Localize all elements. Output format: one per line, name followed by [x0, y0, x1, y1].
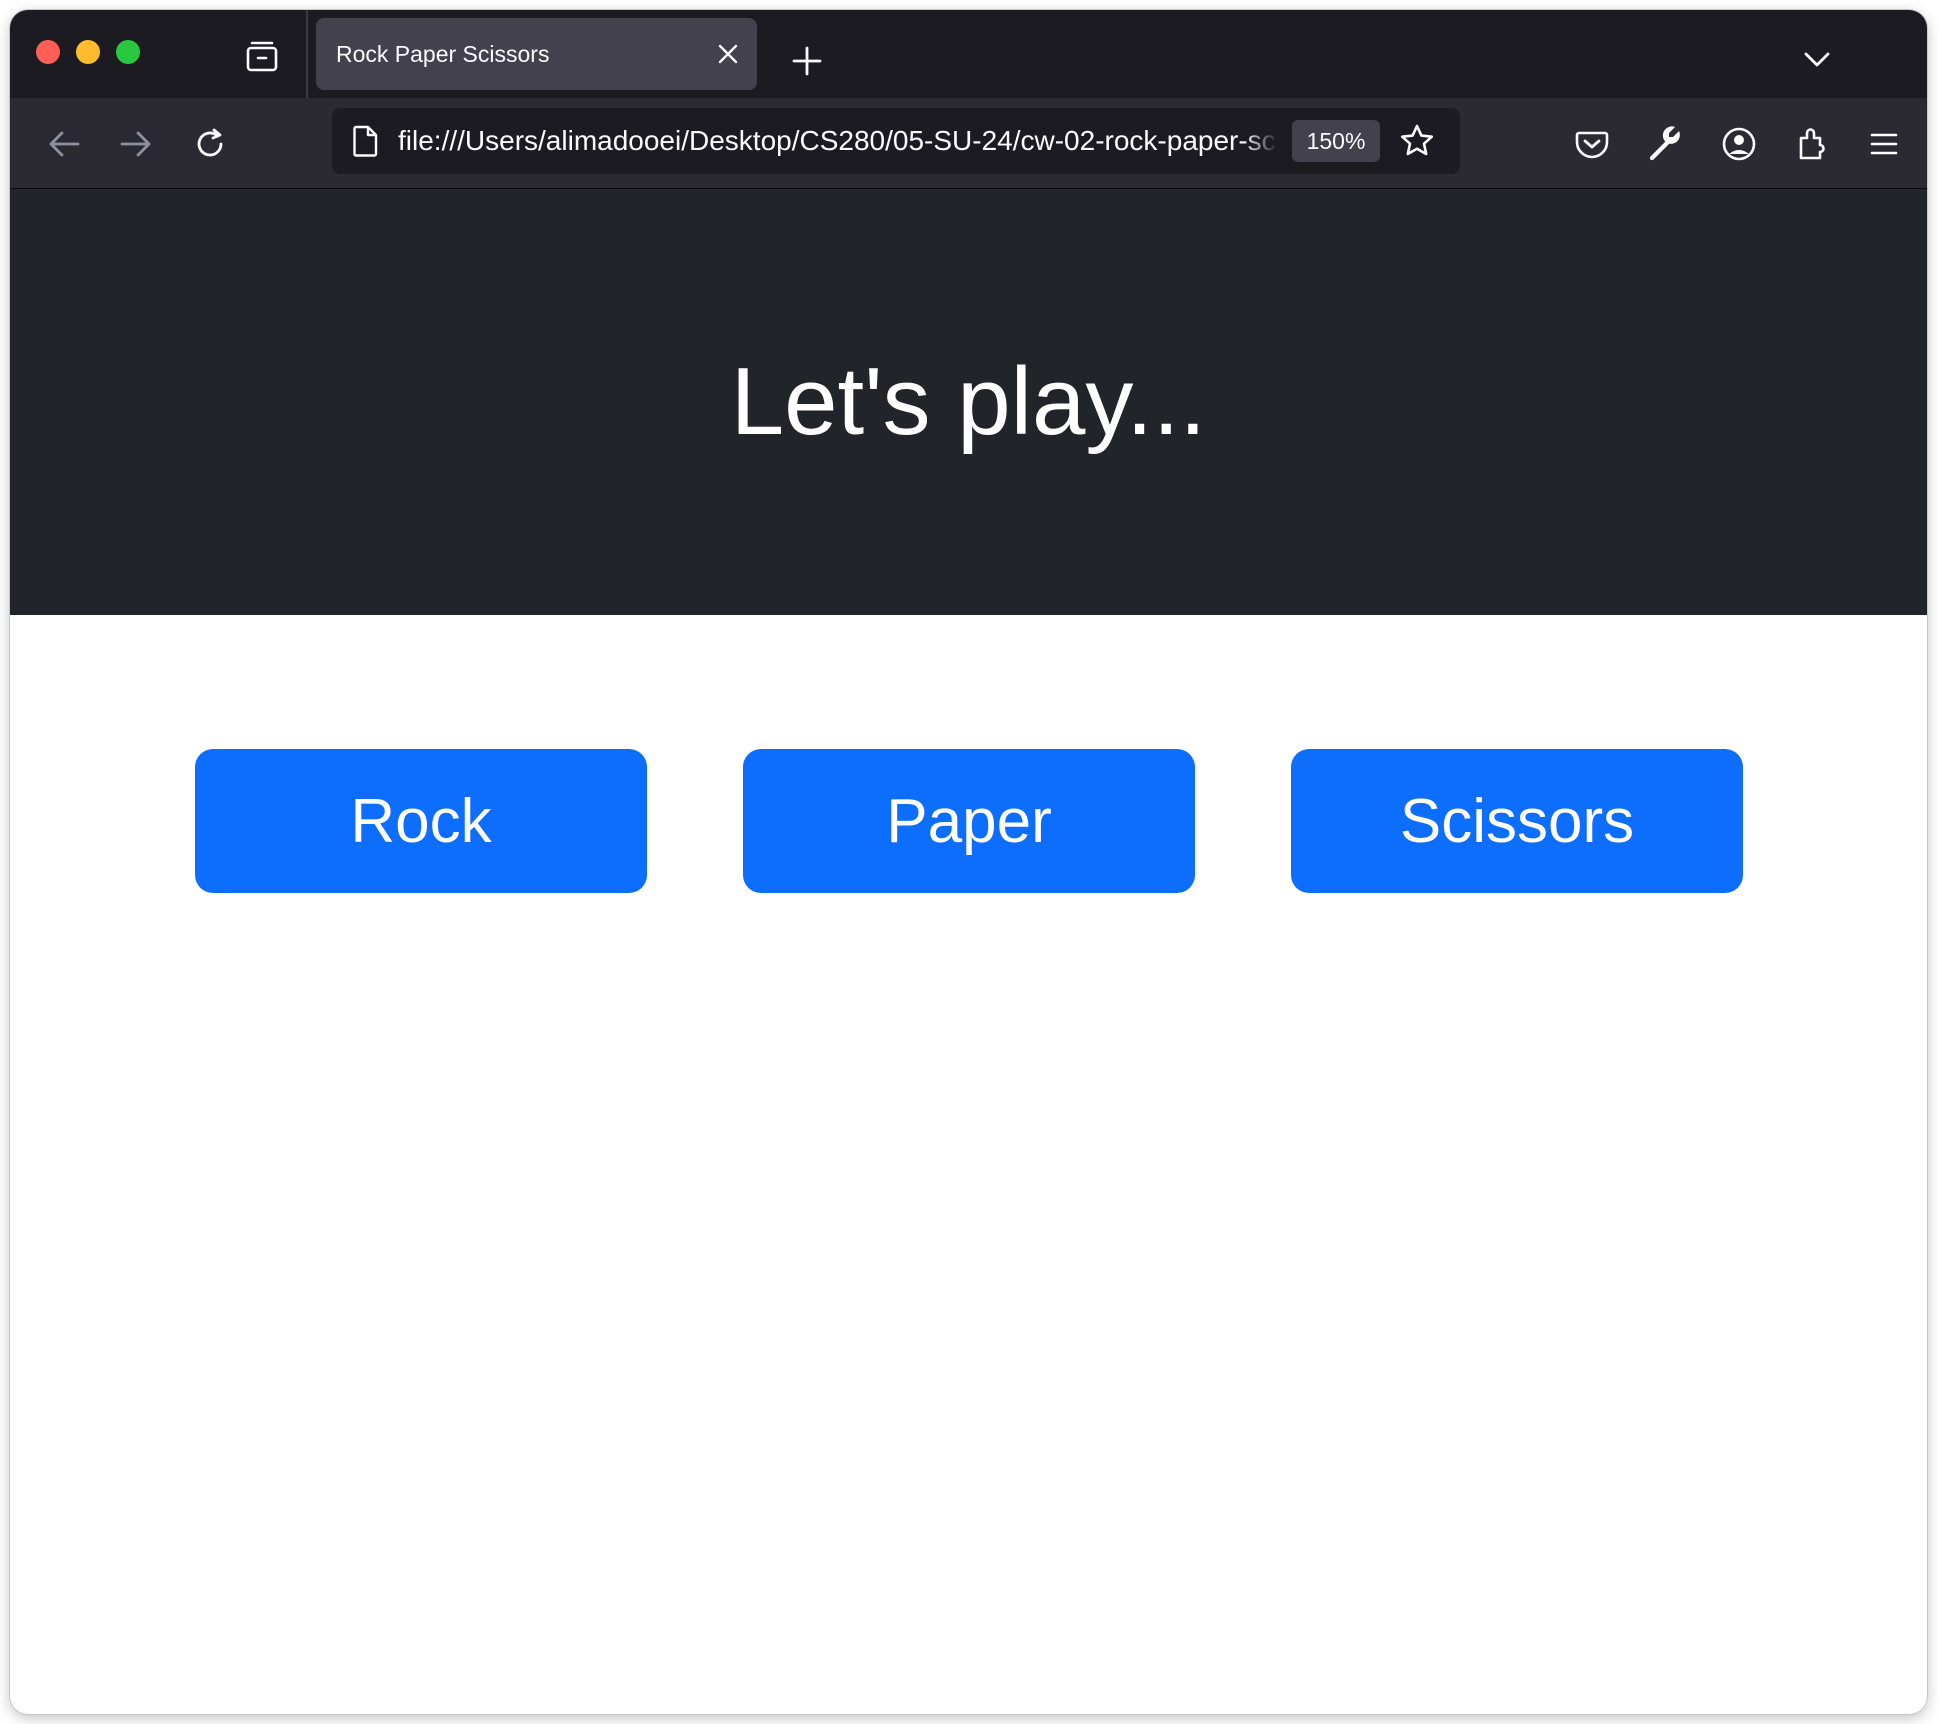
account-icon[interactable] [1719, 124, 1759, 164]
reload-icon[interactable] [192, 126, 228, 162]
tab-manager-icon[interactable] [242, 38, 282, 78]
navigation-toolbar: file:///Users/alimadooei/Desktop/CS280/0… [10, 98, 1927, 189]
zoom-level-button[interactable]: 150% [1292, 120, 1380, 162]
chevron-down-icon[interactable] [1802, 50, 1832, 70]
tab-title: Rock Paper Scissors [336, 41, 550, 67]
address-bar[interactable]: file:///Users/alimadooei/Desktop/CS280/0… [332, 108, 1460, 174]
pocket-icon[interactable] [1572, 124, 1612, 164]
tab-separator [306, 10, 308, 98]
url-text[interactable]: file:///Users/alimadooei/Desktop/CS280/0… [398, 108, 1278, 174]
rock-button[interactable]: Rock [195, 749, 647, 893]
star-icon[interactable] [1398, 122, 1436, 160]
plus-icon[interactable] [792, 46, 822, 76]
tab-active[interactable]: Rock Paper Scissors [316, 18, 757, 90]
menu-icon[interactable] [1864, 124, 1904, 164]
paper-button[interactable]: Paper [743, 749, 1195, 893]
extensions-icon[interactable] [1792, 124, 1832, 164]
forward-arrow-icon[interactable] [118, 126, 154, 162]
browser-window: Rock Paper Scissors file:///Users/alimad… [10, 10, 1927, 1714]
close-window-button[interactable] [36, 40, 60, 64]
page-title: Let's play... [730, 348, 1207, 455]
close-icon[interactable] [716, 42, 740, 66]
back-arrow-icon[interactable] [46, 126, 82, 162]
minimize-window-button[interactable] [76, 40, 100, 64]
page-icon [350, 124, 380, 158]
tab-bar: Rock Paper Scissors [10, 10, 1927, 98]
wrench-icon[interactable] [1646, 124, 1686, 164]
scissors-button[interactable]: Scissors [1291, 749, 1743, 893]
page-header: Let's play... [10, 189, 1927, 615]
maximize-window-button[interactable] [116, 40, 140, 64]
